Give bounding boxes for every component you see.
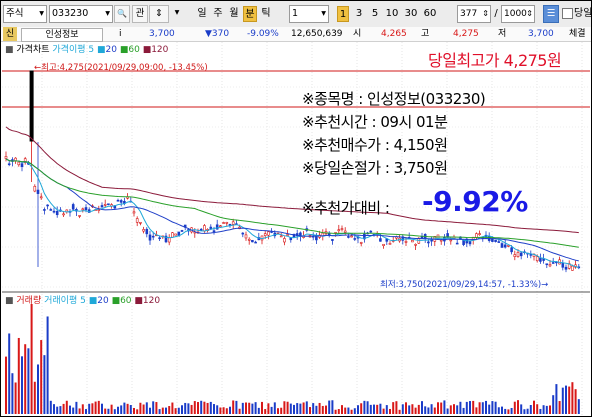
interval-30-button[interactable]: 30	[403, 6, 419, 22]
stock-code-value: 033230	[52, 8, 89, 19]
stock-name: 인성정보	[21, 28, 103, 42]
toolbar: 주식 ▾ 033230 ▾ 🔍 관 ⇕ ▾ 일 주 월 분 틱 1 ▾ 1 3 5 …	[1, 1, 593, 28]
period-tick-button[interactable]: 틱	[259, 6, 273, 22]
settings-icon[interactable]: ☰	[543, 5, 559, 23]
rec-time-line: ※추천시간 : 09시 01분	[302, 113, 448, 131]
slash-separator: /	[494, 8, 498, 19]
count-value: 377	[460, 9, 478, 19]
interval-1-button[interactable]: 1	[337, 6, 349, 22]
unit-value: 1	[292, 8, 299, 19]
chevron-down-icon[interactable]: ▾	[170, 5, 184, 23]
price-legend: ■ 가격차트 가격이평 5 ■20 ■60 ■120	[5, 45, 169, 55]
change-percent: -9.09%	[247, 29, 279, 39]
price-ma-label: 가격이평	[52, 45, 86, 55]
count-input[interactable]: 377 ⇕	[457, 5, 491, 23]
ma5-label: 5	[88, 45, 95, 55]
price-change: ▼370	[205, 29, 230, 39]
today-checkbox[interactable]	[562, 8, 573, 19]
quote-bar: 신 인성정보 i 3,700 ▼370 -9.09% 12,650,639 시 …	[1, 27, 591, 42]
low-marker-label: 최저:3,750(2021/09/29,14:57, -1.33%)→	[380, 280, 549, 290]
low-price: 3,700	[528, 29, 554, 39]
period-minute-button[interactable]: 분	[243, 6, 257, 22]
headline-text: 당일최고가 4,275원	[428, 51, 562, 70]
open-price: 4,265	[381, 29, 407, 39]
stepper-icon: ⇕	[526, 9, 533, 18]
high-price: 4,275	[453, 29, 479, 39]
open-label: 시	[353, 29, 362, 39]
low-label: 저	[498, 29, 507, 39]
search-button[interactable]: 🔍	[114, 5, 130, 23]
ma120-label: 120	[151, 45, 169, 55]
stock-code-input[interactable]: 033230 ▾	[49, 5, 113, 23]
stock-tag-icon: 신	[3, 27, 17, 41]
interval-3-button[interactable]: 3	[353, 6, 365, 22]
interval-5-button[interactable]: 5	[369, 6, 381, 22]
today-label: 당일	[574, 8, 593, 19]
collapse-icon[interactable]: ■	[5, 296, 14, 306]
volume-value: 12,650,639	[291, 29, 343, 39]
ma20-label: 20	[105, 45, 117, 55]
market-value: 주식	[6, 8, 24, 19]
collapse-icon[interactable]: ■	[5, 45, 14, 55]
period-month-button[interactable]: 월	[227, 6, 241, 22]
gwan-button[interactable]: 관	[132, 5, 148, 23]
stepper-icon: ⇕	[482, 9, 489, 18]
vma120-label: 120	[142, 296, 161, 306]
unit-select[interactable]: 1 ▾	[289, 5, 329, 23]
interval-60-button[interactable]: 60	[422, 6, 438, 22]
vma20-label: 20	[97, 296, 109, 306]
current-price: 3,700	[149, 29, 175, 39]
stock-name-line: ※종목명 : 인성정보(033230)	[302, 90, 486, 108]
max-count-input[interactable]: 1000 ⇕	[501, 5, 535, 23]
info-icon[interactable]: i	[119, 27, 122, 41]
chevron-down-icon: ▾	[321, 8, 326, 19]
ratio-value: -9.92%	[422, 185, 528, 218]
stop-price-line: ※당일손절가 : 3,750원	[302, 159, 448, 177]
market-select[interactable]: 주식 ▾	[3, 5, 47, 23]
period-day-button[interactable]: 일	[195, 6, 209, 22]
ratio-label: ※추천가대비 :	[302, 199, 390, 217]
volume-ma-label: 거래이평	[44, 296, 78, 306]
vma60-label: 60	[120, 296, 132, 306]
high-marker-label: ←최고:4,275(2021/09/29,09:00, -13.45%)	[34, 63, 208, 73]
chevron-down-icon: ▾	[105, 8, 110, 19]
high-label: 고	[421, 29, 430, 39]
period-week-button[interactable]: 주	[211, 6, 225, 22]
search-icon: 🔍	[117, 9, 127, 18]
candlestick-chart	[2, 42, 590, 416]
chart-area: ■ 가격차트 가격이평 5 ■20 ■60 ■120 ←최고:4,275(202…	[2, 42, 590, 416]
volume-legend-title: 거래량	[16, 296, 42, 306]
interval-10-button[interactable]: 10	[384, 6, 400, 22]
vma5-label: 5	[80, 296, 86, 306]
buy-price-line-text: ※추천매수가 : 4,150원	[302, 136, 448, 154]
price-legend-title: 가격차트	[16, 45, 50, 55]
max-count-value: 1000	[504, 9, 527, 19]
volume-legend: ■ 거래량 거래이평 5 ■20 ■60 ■120	[5, 296, 161, 306]
stepper-icon[interactable]: ⇕	[149, 5, 169, 23]
trade-label[interactable]: 체결	[569, 27, 586, 41]
ma60-label: 60	[128, 45, 140, 55]
chevron-down-icon: ▾	[39, 8, 44, 19]
